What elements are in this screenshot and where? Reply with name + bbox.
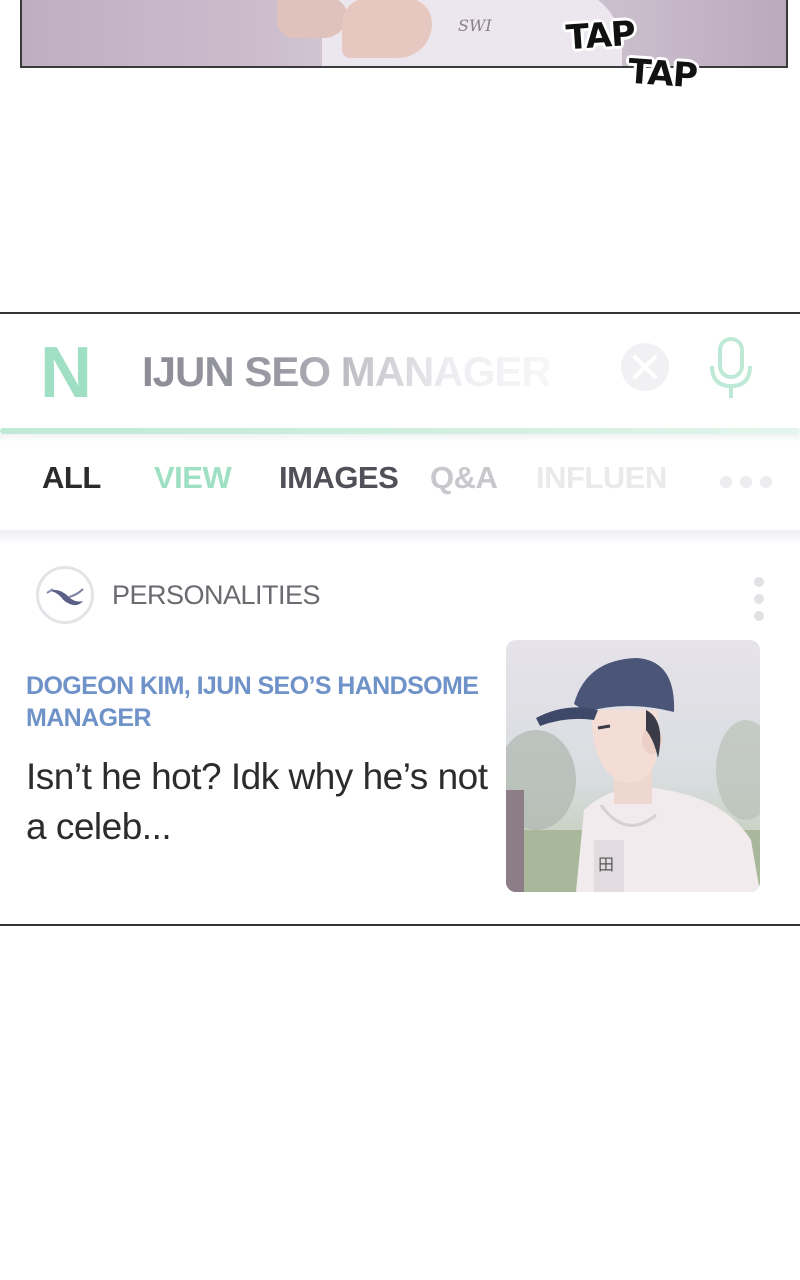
kebab-menu-icon[interactable] — [746, 574, 772, 624]
man-in-cap-photo[interactable]: 田 — [506, 640, 760, 892]
shirt-print-text: SWI — [458, 16, 492, 35]
search-logo[interactable]: N — [40, 332, 92, 414]
tab-view[interactable]: VIEW — [154, 460, 232, 496]
result-snippet: Isn’t he hot? Idk why he’s not a celeb..… — [26, 756, 488, 847]
whale-icon[interactable] — [36, 566, 94, 624]
microphone-icon[interactable] — [708, 336, 754, 402]
tab-all[interactable]: ALL — [42, 460, 101, 496]
tab-bar: ALL VIEW IMAGES Q&A INFLUEN — [0, 454, 800, 514]
search-app-screen: N IJUN SEO MANAGER ALL VIEW IMAGES Q&A I… — [0, 312, 800, 926]
hand-illustration-left — [277, 0, 347, 38]
result-source-row: PERSONALITIES — [36, 566, 776, 626]
search-input[interactable]: IJUN SEO MANAGER — [142, 348, 552, 396]
result-title-link[interactable]: DOGEON KIM, IJUN SEO’S HANDSOME MANAGER — [26, 670, 496, 734]
search-bar: N IJUN SEO MANAGER — [0, 314, 800, 442]
sound-effect-tap-1: TAP — [564, 13, 637, 59]
hand-illustration — [342, 0, 432, 58]
tab-influencer[interactable]: INFLUEN — [536, 460, 667, 496]
more-dots-icon[interactable] — [718, 474, 778, 490]
source-name[interactable]: PERSONALITIES — [112, 580, 321, 611]
svg-text:田: 田 — [598, 855, 614, 874]
tab-images[interactable]: IMAGES — [279, 460, 399, 496]
search-shadow — [0, 434, 800, 442]
clear-x-icon[interactable] — [620, 342, 670, 392]
sound-effect-tap-2: TAP — [626, 51, 699, 97]
tabs-divider — [0, 530, 800, 544]
tab-qa[interactable]: Q&A — [430, 460, 498, 496]
